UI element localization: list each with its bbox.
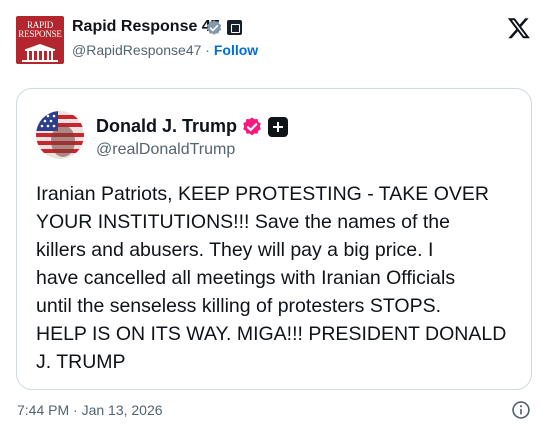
separator: ·	[205, 42, 210, 58]
plus-badge-icon	[268, 117, 288, 137]
flag-portrait-image	[36, 111, 84, 159]
x-logo-icon[interactable]	[506, 16, 532, 40]
text-line: until the senseless killing of protester…	[36, 295, 441, 317]
text-line: Iranian Patriots, KEEP PROTESTING - TAKE…	[36, 183, 489, 205]
text-line: killers and abusers. They will pay a big…	[36, 239, 434, 261]
author-avatar[interactable]: RAPID RESPONSE	[16, 16, 64, 64]
quoted-post-card[interactable]: Donald J. Trump @realDonaldTrump Iranian…	[16, 88, 532, 390]
avatar-lettering: RAPID RESPONSE	[18, 20, 62, 39]
gray-verified-badge-icon	[206, 20, 222, 35]
text-line: YOUR INSTITUTIONS!!! Save the names of t…	[36, 211, 450, 233]
author-handle-row: @RapidResponse47 · Follow	[72, 42, 258, 58]
info-icon[interactable]	[511, 400, 531, 420]
white-house-icon	[22, 44, 58, 62]
pink-verified-badge-icon	[243, 117, 261, 136]
post-timestamp[interactable]: 7:44 PM · Jan 13, 2026	[17, 402, 163, 418]
text-line: have cancelled all meetings with Iranian…	[36, 267, 456, 289]
quoted-author-handle[interactable]: @realDonaldTrump	[96, 141, 235, 159]
quoted-author-name[interactable]: Donald J. Trump	[96, 116, 237, 137]
quoted-author-avatar[interactable]	[36, 111, 84, 159]
follow-button[interactable]: Follow	[214, 42, 258, 58]
tweet-embed: RAPID RESPONSE Rapid Response 47 @RapidR…	[0, 0, 553, 431]
affiliate-badge-icon	[227, 20, 242, 35]
text-line: J. TRUMP	[36, 351, 126, 373]
author-name[interactable]: Rapid Response 47	[72, 18, 220, 36]
author-handle[interactable]: @RapidResponse47	[72, 42, 201, 58]
text-line: HELP IS ON ITS WAY. MIGA!!! PRESIDENT DO…	[36, 323, 507, 345]
quoted-post-text: Iranian Patriots, KEEP PROTESTING - TAKE…	[36, 180, 526, 376]
